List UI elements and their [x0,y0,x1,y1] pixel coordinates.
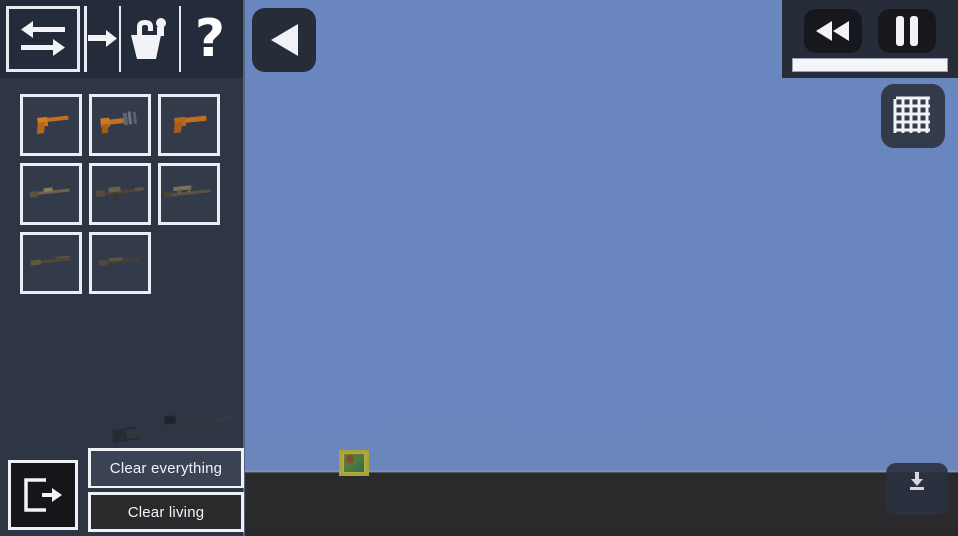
sniper-rifle-icon [163,180,215,208]
question-mark-icon: ? [194,9,226,69]
clear-living-label: Clear living [127,503,205,521]
clear-buttons-group: Clear everything Clear living [88,448,244,532]
weapon-slot-revolver[interactable] [158,94,220,156]
weapon-slot-sniper-rifle[interactable] [158,163,220,225]
revolver-icon [166,109,213,140]
weapon-slot-pistol[interactable] [20,94,82,156]
shotgun-icon [27,251,75,275]
play-left-triangle-icon [271,24,298,56]
next-tool-button[interactable] [84,6,118,72]
weapon-slot-submachinegun[interactable] [89,94,151,156]
grid-icon [893,96,930,133]
playback-progress-fill [793,59,947,71]
tool-strip: ? [0,0,243,78]
pause-button[interactable] [878,9,936,53]
weapon-slot-carbine[interactable] [20,163,82,225]
weapon-slot-shotgun[interactable] [20,232,82,294]
scene-object-crate[interactable] [339,450,369,476]
paint-bucket-tool-button[interactable] [122,6,178,72]
weapon-row [20,232,235,294]
grid-toggle-button[interactable] [881,84,945,148]
clear-everything-button[interactable]: Clear everything [88,448,244,488]
assault-rifle-icon [94,180,146,208]
clear-living-button[interactable]: Clear living [88,492,244,532]
pistol-icon [28,108,75,141]
exit-button[interactable] [8,460,78,530]
weapon-row [20,94,235,156]
rewind-icon [816,21,849,41]
weapon-slot-assault-rifle[interactable] [89,163,151,225]
weapon-grid [20,94,235,301]
playback-progress-bar[interactable] [792,58,948,72]
back-button[interactable] [252,8,316,72]
game-screen: ? Clear everything Clear living [0,0,958,536]
help-tool-button[interactable]: ? [182,6,238,72]
weapon-slot-machine-gun[interactable] [89,232,151,294]
arrow-right-icon [87,30,117,47]
download-icon [910,472,924,490]
tool-divider-2 [179,6,181,72]
preview-sight [164,415,177,425]
carbine-icon [27,182,75,206]
tool-divider-1 [119,6,121,72]
clear-everything-label: Clear everything [109,460,223,477]
rewind-button[interactable] [804,9,862,53]
crate-marker [346,455,354,463]
weapon-preview [111,406,234,450]
swap-arrows-icon [21,21,65,56]
machine-gun-icon [96,251,144,275]
paint-bucket-icon [131,18,166,59]
pause-icon [896,16,918,46]
weapon-row [20,163,235,225]
download-button[interactable] [886,463,948,515]
left-sidebar: ? Clear everything Clear living [0,0,245,536]
playback-panel [782,0,958,78]
submachinegun-icon [95,107,146,143]
swap-tool-button[interactable] [6,6,80,72]
exit-door-icon [24,478,62,512]
